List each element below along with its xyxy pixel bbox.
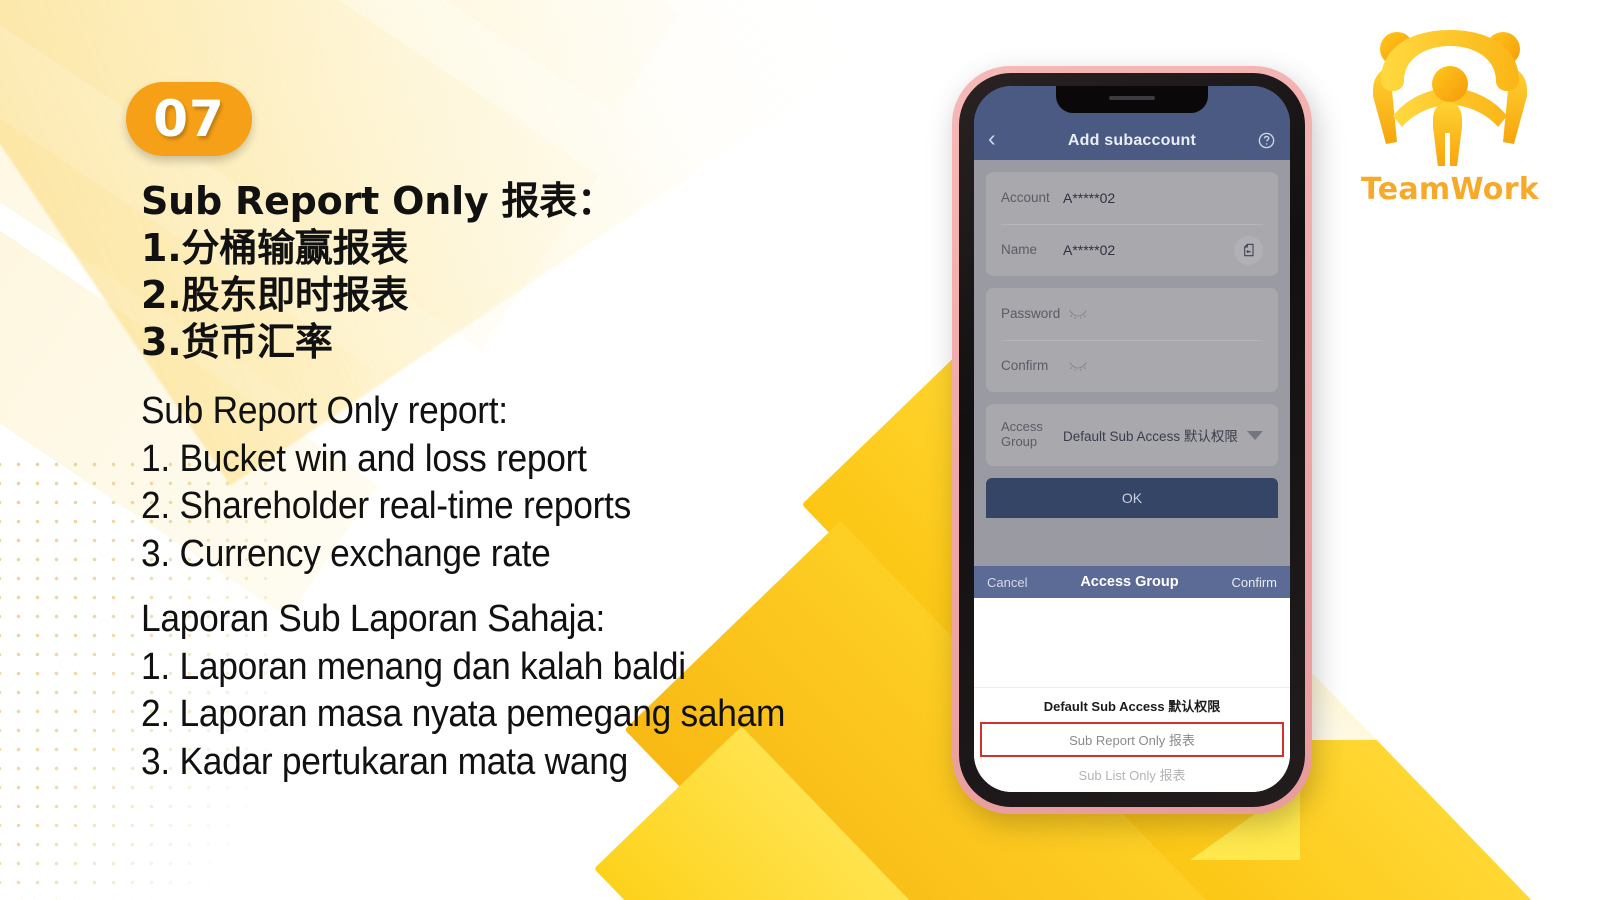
confirm-label: Confirm [1001, 358, 1049, 374]
access-group-row[interactable]: Access Group Default Sub Access 默认权限 [986, 404, 1278, 466]
english-line-2: 1. Bucket win and loss report [141, 437, 587, 480]
picker-option-default-sub-access[interactable]: Default Sub Access 默认权限 [974, 687, 1290, 722]
eye-off-icon [1069, 362, 1087, 371]
phone-notch [1056, 86, 1208, 113]
identity-card: Account A*****02 Name A*****02 [986, 172, 1278, 276]
credentials-card: Password ••••••• Confirm ••••••• [976, 288, 1278, 792]
help-button[interactable] [1250, 131, 1276, 150]
password-row[interactable]: Password ••••••• [976, 288, 1278, 792]
access-group-value: Default Sub Access 默认权限 [1063, 429, 1238, 444]
english-line-3: 2. Shareholder real-time reports [141, 485, 631, 527]
account-row[interactable]: Account A*****02 [986, 172, 1278, 224]
chinese-line-2: 1.分桶输赢报表 [141, 226, 409, 270]
edit-note-icon [1243, 243, 1254, 257]
slide-number-text: 07 [153, 90, 225, 148]
access-group-label: Access Group [1001, 419, 1063, 450]
picker-cancel-button[interactable]: Cancel [987, 575, 1027, 590]
logo-wordmark: TeamWork [1360, 172, 1540, 207]
app-header-title: Add subaccount [1067, 132, 1197, 149]
password-label: Password [1001, 306, 1061, 322]
picker-confirm-button[interactable]: Confirm [1231, 575, 1277, 590]
malay-line-1: Laporan Sub Laporan Sahaja: [141, 598, 606, 640]
picker-header: Cancel Access Group Confirm [974, 566, 1290, 598]
english-line-4: 3. Currency exchange rate [141, 532, 551, 575]
malay-line-4: 3. Kadar pertukaran mata wang [141, 740, 628, 783]
confirm-visibility-toggle[interactable] [1063, 361, 1087, 371]
picker-title: Access Group [1080, 574, 1179, 590]
caret-down-icon[interactable] [1247, 430, 1263, 440]
malay-text-block: Laporan Sub Laporan Sahaja: 1. Laporan m… [141, 596, 834, 786]
chinese-line-4: 3.货币汇率 [141, 320, 333, 364]
edit-note-button[interactable] [1234, 235, 1263, 265]
teamwork-logo: TeamWork [1350, 18, 1550, 207]
back-chevron-icon[interactable]: ‹ [988, 127, 1014, 150]
chinese-line-1: Sub Report Only 报表： [141, 179, 615, 223]
account-value: A*****02 [1063, 190, 1116, 206]
chinese-line-3: 2.股东即时报表 [141, 273, 409, 317]
access-group-label-line1: Access [1001, 419, 1043, 435]
access-group-picker-sheet: Cancel Access Group Confirm Default Sub … [974, 566, 1290, 792]
eye-off-icon [1069, 310, 1087, 319]
picker-option-sub-list-only[interactable]: Sub List Only 报表 [974, 757, 1290, 792]
phone-mockup: ‹ Add subaccount Account A*****02 Name A… [952, 66, 1312, 814]
confirm-row[interactable]: Confirm ••••••• [986, 340, 1278, 392]
name-label: Name [1001, 242, 1038, 258]
password-visibility-toggle[interactable] [1063, 309, 1087, 319]
app-body: Account A*****02 Name A*****02 Password … [974, 160, 1290, 792]
question-circle-icon [1258, 132, 1275, 149]
ok-button[interactable]: OK [986, 478, 1278, 518]
malay-line-3: 2. Laporan masa nyata pemegang saham [141, 693, 786, 735]
access-group-card: Access Group Default Sub Access 默认权限 [986, 404, 1278, 466]
access-group-label-line2: Group [1001, 434, 1038, 449]
english-text-block: Sub Report Only report: 1. Bucket win an… [141, 388, 668, 578]
picker-option-sub-report-only-label: Sub Report Only 报表 [1069, 733, 1195, 748]
name-value: A*****02 [1063, 242, 1116, 258]
malay-line-2: 1. Laporan menang dan kalah baldi [141, 645, 686, 688]
chinese-text-block: Sub Report Only 报表： 1.分桶输赢报表 2.股东即时报表 3.… [141, 178, 615, 366]
english-line-1: Sub Report Only report: [141, 390, 508, 432]
account-label: Account [1001, 190, 1050, 206]
phone-screen: ‹ Add subaccount Account A*****02 Name A… [974, 86, 1290, 792]
picker-body: Default Sub Access 默认权限 Sub Report Only … [974, 598, 1290, 792]
three-people-teamwork-icon [1373, 30, 1527, 166]
slide-content: 07 Sub Report Only 报表： 1.分桶输赢报表 2.股东即时报表… [0, 0, 960, 900]
earpiece-speaker [1109, 96, 1155, 100]
slide-number-badge: 07 [126, 82, 252, 156]
picker-option-sub-report-only[interactable]: Sub Report Only 报表 [974, 722, 1290, 757]
picker-top-spacer [974, 600, 1290, 687]
name-row[interactable]: Name A*****02 [986, 224, 1278, 276]
